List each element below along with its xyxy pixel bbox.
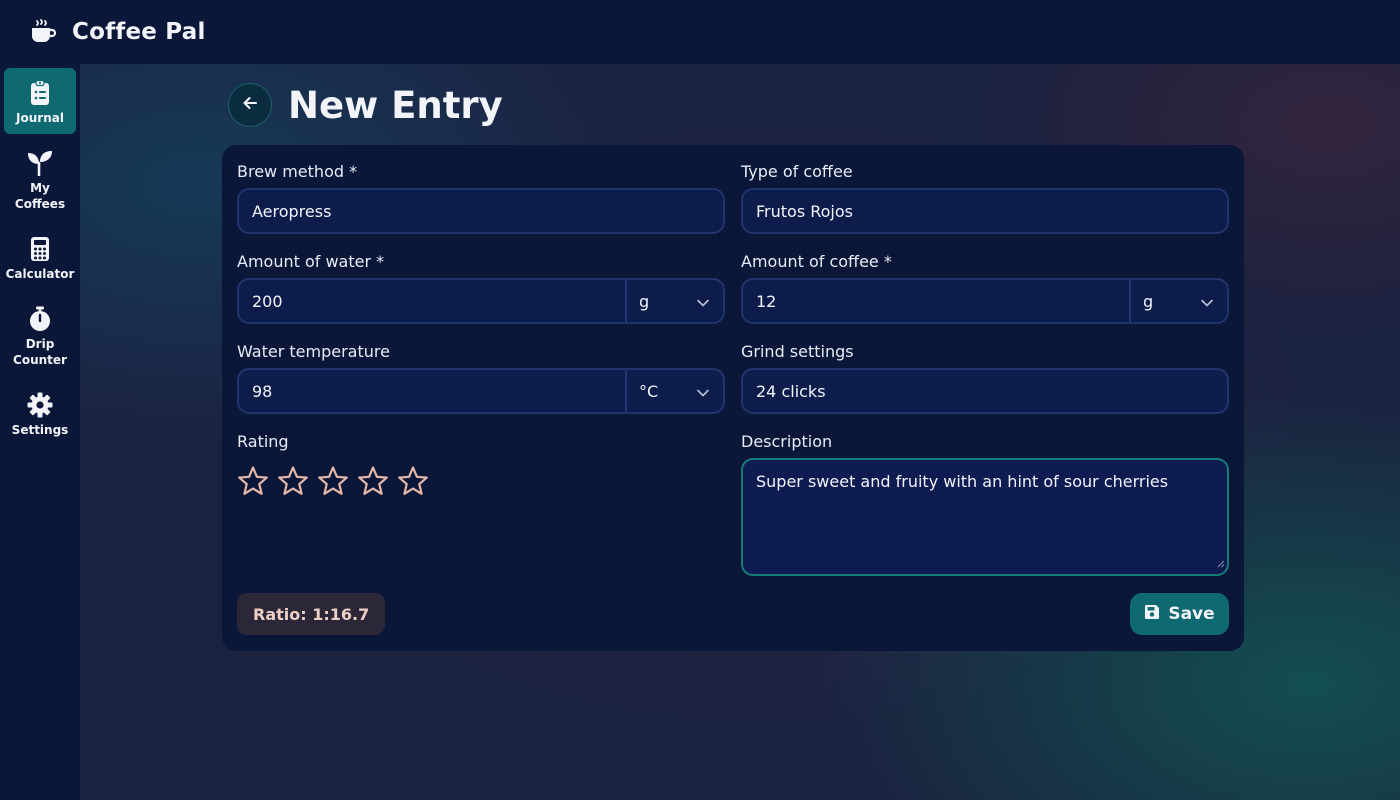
sidebar-item-label: Calculator bbox=[5, 267, 75, 281]
entry-form-card: Brew method * Aeropress Type of coffee F… bbox=[222, 145, 1244, 651]
coffee-cup-icon bbox=[28, 17, 58, 47]
app-title: Coffee Pal bbox=[72, 19, 206, 45]
grind-settings-label: Grind settings bbox=[741, 342, 854, 361]
ratio-badge: Ratio: 1:16.7 bbox=[237, 593, 386, 635]
description-textarea[interactable]: Super sweet and fruity with an hint of s… bbox=[741, 458, 1229, 576]
gear-icon bbox=[27, 392, 53, 418]
coffee-amount-input[interactable]: 12 bbox=[743, 280, 1129, 322]
sidebar-item-drip-counter[interactable]: Drip Counter bbox=[4, 294, 76, 376]
water-temperature-input[interactable]: 98 bbox=[239, 370, 625, 412]
chevron-down-icon bbox=[697, 382, 709, 401]
coffee-amount-input-group: 12 g bbox=[741, 278, 1229, 324]
rating-label: Rating bbox=[237, 432, 289, 451]
temperature-unit-select[interactable]: °C bbox=[625, 370, 723, 412]
coffee-amount-label: Amount of coffee * bbox=[741, 252, 892, 271]
rating-field: Rating bbox=[237, 431, 725, 497]
water-amount-label: Amount of water * bbox=[237, 252, 385, 271]
sidebar-item-journal[interactable]: Journal bbox=[4, 68, 76, 134]
arrow-left-icon bbox=[242, 95, 258, 115]
sidebar-item-settings[interactable]: Settings bbox=[4, 380, 76, 446]
sidebar-item-label: Drip Counter bbox=[13, 337, 67, 367]
coffee-type-value: Frutos Rojos bbox=[756, 201, 853, 221]
coffee-type-input[interactable]: Frutos Rojos bbox=[741, 188, 1229, 234]
sidebar-item-calculator[interactable]: Calculator bbox=[4, 224, 76, 290]
brew-method-field: Brew method * Aeropress bbox=[237, 161, 725, 234]
ratio-text: Ratio: 1:16.7 bbox=[253, 604, 370, 624]
water-unit-select[interactable]: g bbox=[625, 280, 723, 322]
sidebar: Journal My Coffees Calculator Drip Count… bbox=[0, 64, 80, 800]
water-temperature-input-group: 98 °C bbox=[237, 368, 725, 414]
star-icon[interactable] bbox=[237, 465, 269, 497]
description-field: Description Super sweet and fruity with … bbox=[741, 431, 1229, 576]
star-rating bbox=[237, 465, 725, 497]
coffee-type-field: Type of coffee Frutos Rojos bbox=[741, 161, 1229, 234]
brew-method-input[interactable]: Aeropress bbox=[237, 188, 725, 234]
description-value: Super sweet and fruity with an hint of s… bbox=[756, 472, 1169, 491]
grind-settings-field: Grind settings 24 clicks bbox=[741, 341, 1229, 414]
chevron-down-icon bbox=[1201, 292, 1213, 311]
page-title: New Entry bbox=[288, 83, 503, 127]
stopwatch-icon bbox=[28, 306, 52, 332]
grind-settings-input[interactable]: 24 clicks bbox=[741, 368, 1229, 414]
star-icon[interactable] bbox=[397, 465, 429, 497]
description-label: Description bbox=[741, 432, 833, 451]
grind-settings-value: 24 clicks bbox=[756, 381, 826, 401]
star-icon[interactable] bbox=[317, 465, 349, 497]
water-temperature-field: Water temperature 98 °C bbox=[237, 341, 725, 414]
star-icon[interactable] bbox=[357, 465, 389, 497]
chevron-down-icon bbox=[697, 292, 709, 311]
water-temperature-label: Water temperature bbox=[237, 342, 390, 361]
water-amount-field: Amount of water * 200 g bbox=[237, 251, 725, 324]
back-button[interactable] bbox=[228, 83, 272, 127]
calculator-icon bbox=[30, 236, 50, 262]
water-unit-value: g bbox=[639, 291, 650, 311]
clipboard-list-icon bbox=[30, 80, 50, 106]
water-amount-input[interactable]: 200 bbox=[239, 280, 625, 322]
coffee-unit-select[interactable]: g bbox=[1129, 280, 1227, 322]
coffee-unit-value: g bbox=[1143, 291, 1154, 311]
resize-handle-icon[interactable] bbox=[1217, 553, 1225, 572]
brew-method-label: Brew method * bbox=[237, 162, 358, 181]
seedling-icon bbox=[27, 150, 53, 176]
sidebar-item-label: Journal bbox=[16, 111, 64, 125]
water-amount-input-group: 200 g bbox=[237, 278, 725, 324]
coffee-amount-field: Amount of coffee * 12 g bbox=[741, 251, 1229, 324]
sidebar-item-my-coffees[interactable]: My Coffees bbox=[4, 138, 76, 220]
brew-method-value: Aeropress bbox=[252, 201, 332, 221]
page-header: New Entry bbox=[228, 83, 503, 127]
main-content: New Entry Brew method * Aeropress Type o… bbox=[80, 64, 1400, 800]
coffee-type-label: Type of coffee bbox=[741, 162, 853, 181]
floppy-disk-icon bbox=[1144, 604, 1160, 625]
top-bar: Coffee Pal bbox=[0, 0, 1400, 64]
save-button-label: Save bbox=[1168, 604, 1215, 624]
temperature-unit-value: °C bbox=[639, 381, 659, 401]
star-icon[interactable] bbox=[277, 465, 309, 497]
sidebar-item-label: Settings bbox=[11, 423, 69, 437]
save-button[interactable]: Save bbox=[1130, 593, 1229, 635]
sidebar-item-label: My Coffees bbox=[14, 181, 66, 211]
